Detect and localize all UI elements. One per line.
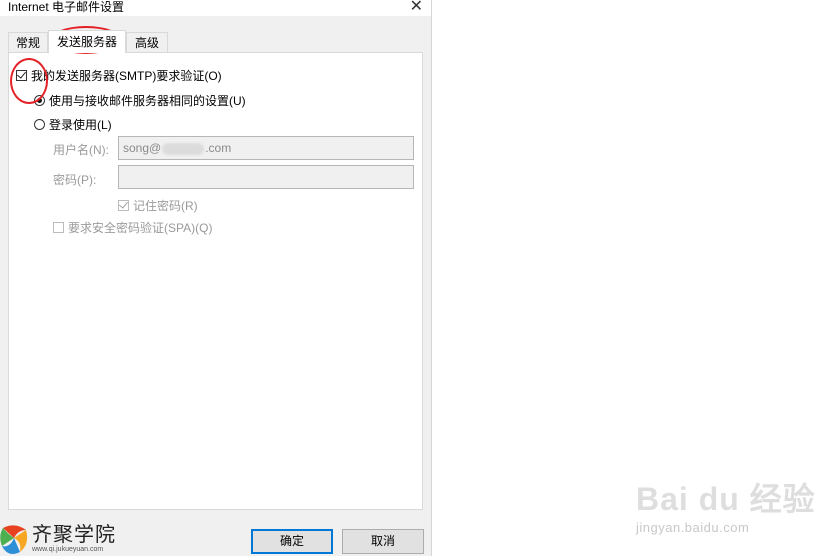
cancel-button[interactable]: 取消 (342, 529, 424, 554)
smtp-auth-checkbox-row[interactable]: 我的发送服务器(SMTP)要求验证(O) (16, 67, 222, 84)
username-value-prefix: song@ (123, 141, 162, 155)
ok-button[interactable]: 确定 (251, 529, 333, 554)
same-settings-label: 使用与接收邮件服务器相同的设置(U) (49, 94, 246, 108)
remember-password-row[interactable]: 记住密码(R) (118, 197, 198, 214)
password-label: 密码(P): (53, 173, 97, 187)
logo-name: 齐聚学院 (32, 524, 116, 546)
tab-general[interactable]: 常规 (8, 32, 48, 52)
watermark-url: jingyan.baidu.com (636, 520, 750, 535)
password-field[interactable] (118, 165, 414, 189)
same-settings-radio[interactable] (34, 95, 45, 106)
same-settings-radio-row[interactable]: 使用与接收邮件服务器相同的设置(U) (34, 92, 246, 109)
window-title: Internet 电子邮件设置 (8, 0, 125, 14)
watermark-brand: Bai du 经验 (636, 481, 816, 517)
logo-mark-icon (0, 525, 28, 554)
smtp-auth-checkbox[interactable] (16, 70, 27, 81)
username-field[interactable]: song@ .com (118, 136, 414, 160)
logo-url: www.qi.jukueyuan.com (32, 546, 104, 553)
remember-password-label: 记住密码(R) (133, 199, 198, 213)
title-bar: Internet 电子邮件设置 ✕ (0, 0, 431, 16)
smtp-auth-label: 我的发送服务器(SMTP)要求验证(O) (31, 69, 222, 83)
username-value-suffix: .com (205, 141, 232, 155)
tab-outgoing-server[interactable]: 发送服务器 (48, 30, 126, 53)
close-icon[interactable]: ✕ (410, 0, 423, 16)
qiju-logo: 齐聚学院 www.qi.jukueyuan.com (0, 522, 120, 556)
username-label: 用户名(N): (53, 143, 109, 157)
spa-row[interactable]: 要求安全密码验证(SPA)(Q) (53, 219, 212, 236)
tab-advanced[interactable]: 高级 (126, 32, 168, 52)
redacted-blur (162, 142, 205, 155)
remember-password-checkbox[interactable] (118, 200, 129, 211)
spa-label: 要求安全密码验证(SPA)(Q) (68, 221, 213, 235)
login-with-radio[interactable] (34, 119, 45, 130)
spa-checkbox[interactable] (53, 222, 64, 233)
email-settings-dialog: Internet 电子邮件设置 ✕ 常规 发送服务器 高级 我的发送服务器(SM… (0, 0, 432, 556)
login-with-radio-row[interactable]: 登录使用(L) (34, 116, 112, 133)
login-with-label: 登录使用(L) (49, 118, 112, 132)
baidu-watermark: Bai du 经验 jingyan.baidu.com (636, 482, 816, 535)
